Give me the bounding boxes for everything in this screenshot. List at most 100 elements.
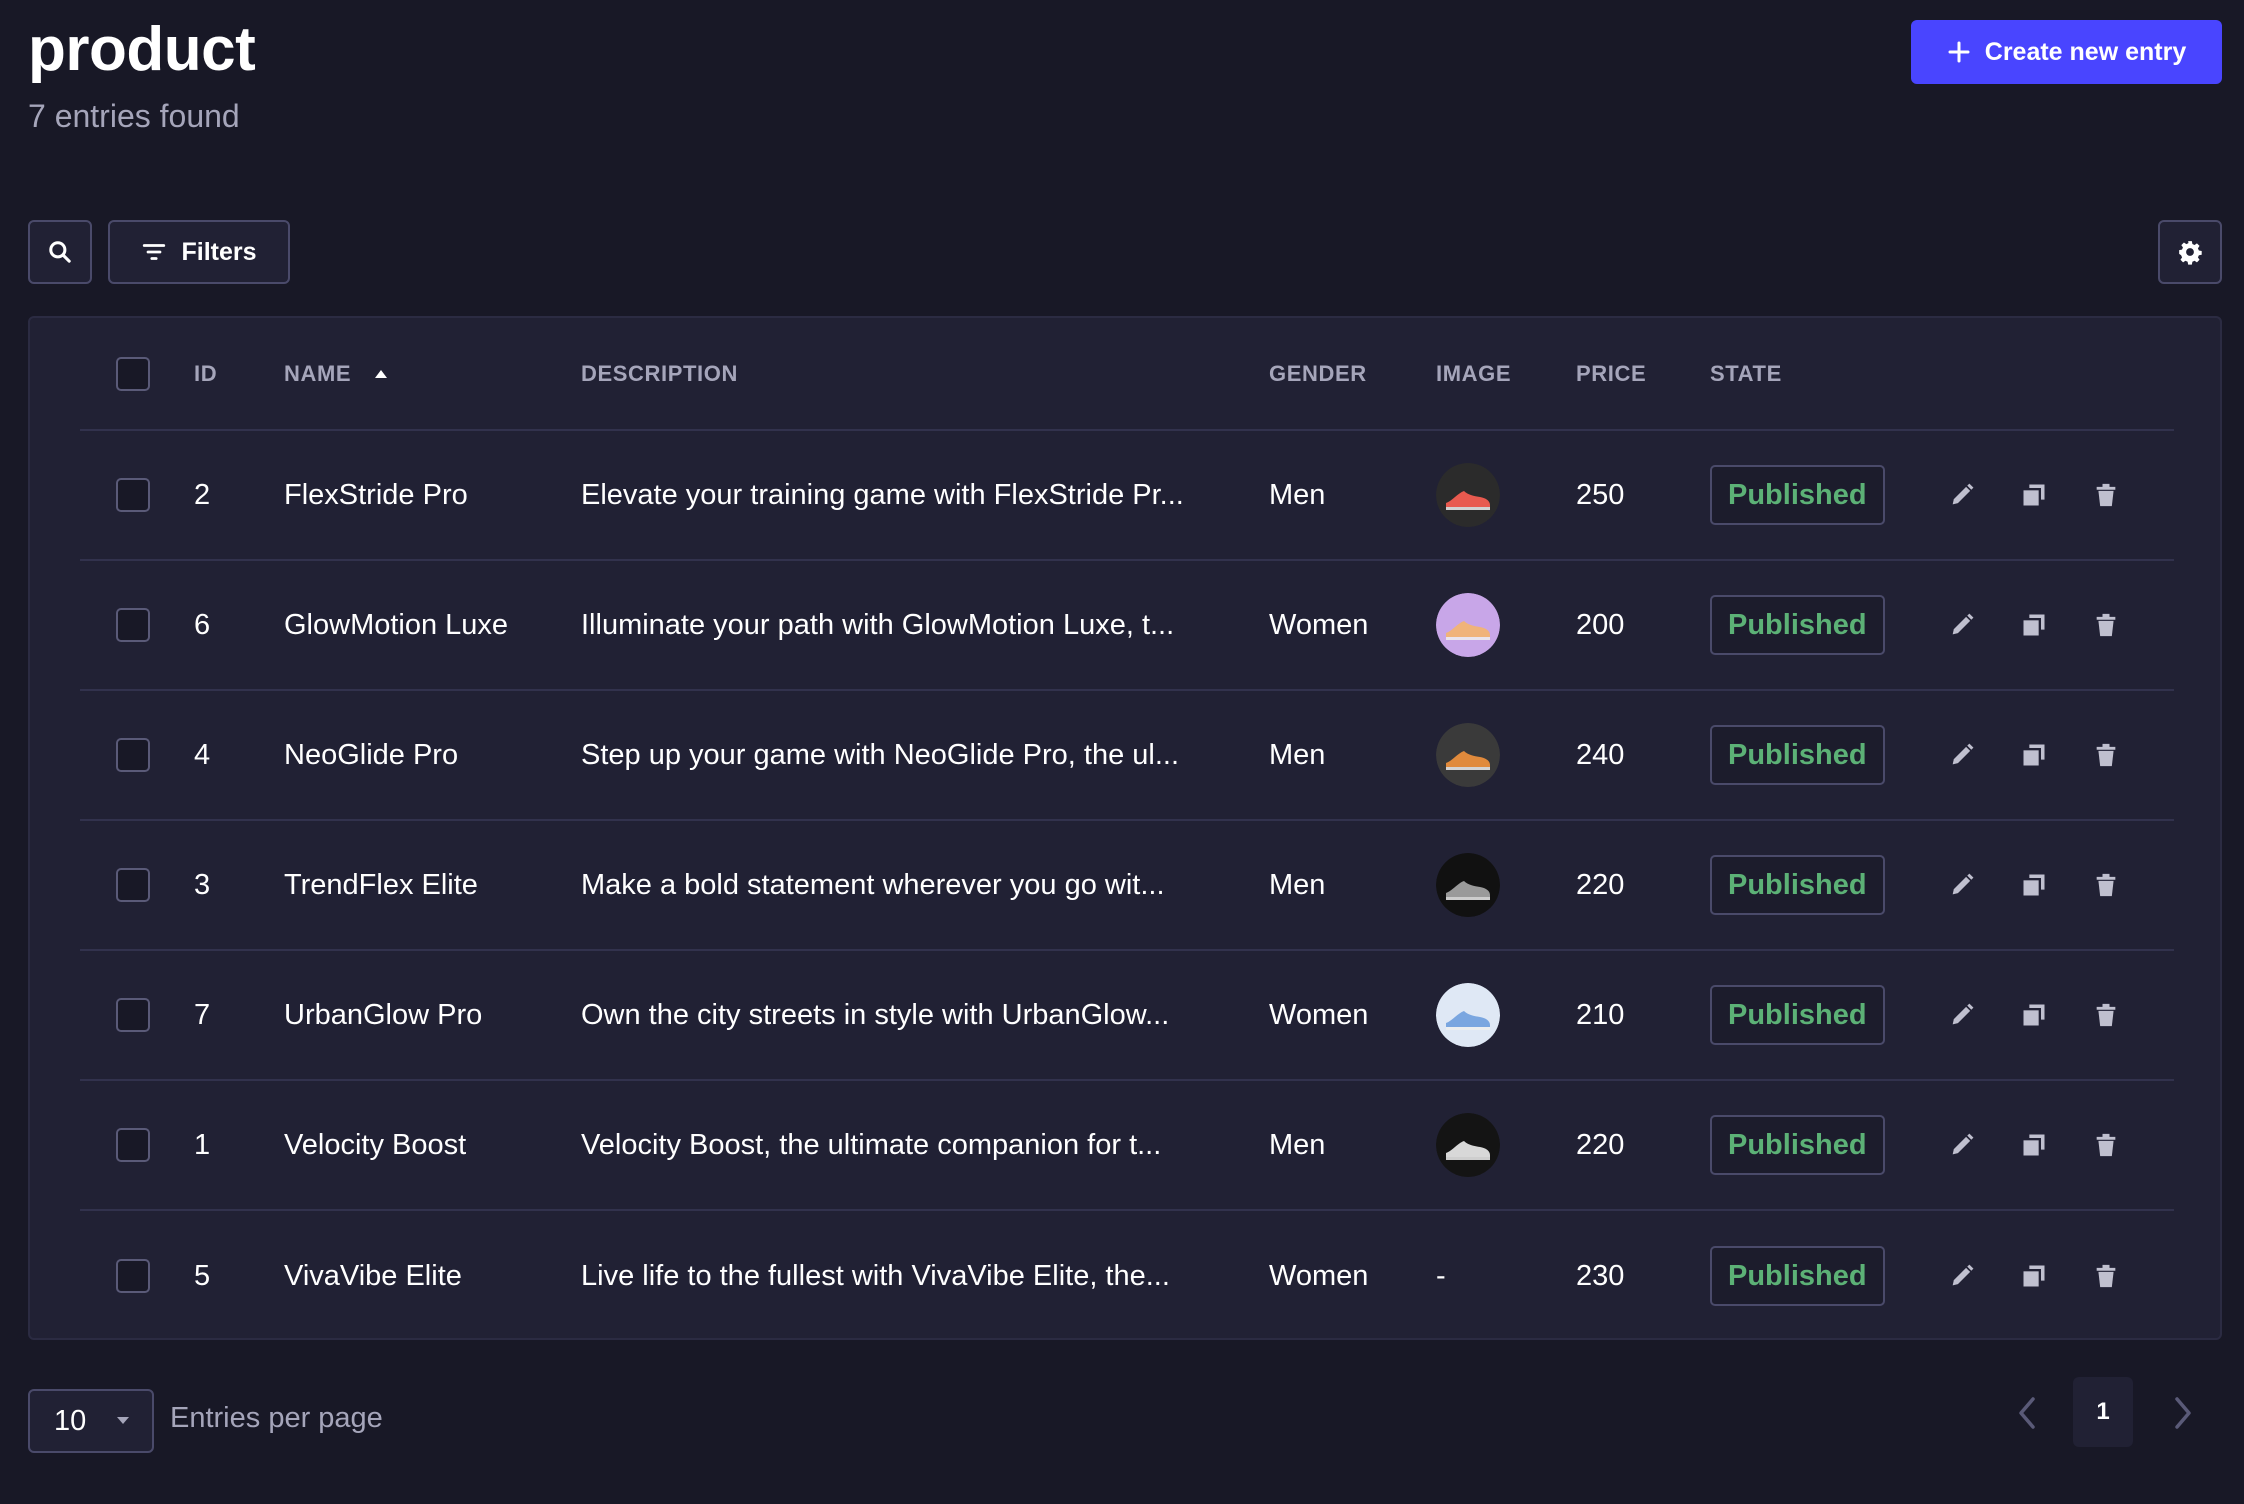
- cell-gender: Men: [1269, 738, 1326, 771]
- duplicate-button[interactable]: [2014, 1125, 2054, 1165]
- cell-image: [1436, 821, 1500, 949]
- cell-price: 230: [1576, 1259, 1625, 1292]
- cell-duplicate-action: [2014, 691, 2054, 819]
- duplicate-button[interactable]: [2014, 475, 2054, 515]
- table-row[interactable]: 5 VivaVibe Elite Live life to the fulles…: [80, 1211, 2174, 1341]
- delete-button[interactable]: [2086, 735, 2126, 775]
- delete-button[interactable]: [2086, 1256, 2126, 1296]
- cell-duplicate-action: [2014, 821, 2054, 949]
- product-thumbnail: [1436, 983, 1500, 1047]
- cell-image: [1436, 691, 1500, 819]
- search-button[interactable]: [28, 220, 92, 284]
- delete-button[interactable]: [2086, 475, 2126, 515]
- delete-button[interactable]: [2086, 605, 2126, 645]
- status-badge: Published: [1710, 595, 1885, 655]
- edit-button[interactable]: [1942, 995, 1982, 1035]
- column-header-price[interactable]: PRICE: [1576, 318, 1646, 429]
- table-row[interactable]: 2 FlexStride Pro Elevate your training g…: [80, 431, 2174, 561]
- cell-delete-action: [2086, 691, 2126, 819]
- table-settings-button[interactable]: [2158, 220, 2222, 284]
- column-header-gender[interactable]: GENDER: [1269, 318, 1367, 429]
- edit-button[interactable]: [1942, 475, 1982, 515]
- shoe-image-icon: [1436, 593, 1500, 657]
- filters-label: Filters: [181, 237, 257, 266]
- create-new-entry-button[interactable]: Create new entry: [1911, 20, 2222, 84]
- cell-edit-action: [1942, 561, 1982, 689]
- cell-price: 200: [1576, 608, 1625, 641]
- create-new-entry-label: Create new entry: [1984, 37, 2187, 66]
- column-header-description[interactable]: DESCRIPTION: [581, 318, 738, 429]
- cell-id: 1: [194, 1128, 211, 1161]
- cell-id: 3: [194, 868, 211, 901]
- previous-page-button[interactable]: [2005, 1387, 2049, 1439]
- duplicate-button[interactable]: [2014, 605, 2054, 645]
- cell-delete-action: [2086, 1211, 2126, 1341]
- duplicate-button[interactable]: [2014, 865, 2054, 905]
- search-icon: [49, 241, 71, 263]
- row-select-checkbox[interactable]: [116, 998, 150, 1032]
- filters-button[interactable]: Filters: [108, 220, 290, 284]
- cell-name: NeoGlide Pro: [284, 738, 459, 771]
- entries-per-page-select[interactable]: 10: [28, 1389, 154, 1453]
- cell-name: UrbanGlow Pro: [284, 998, 483, 1031]
- row-select-cell: [116, 821, 150, 949]
- row-select-checkbox[interactable]: [116, 738, 150, 772]
- row-select-checkbox[interactable]: [116, 1128, 150, 1162]
- cell-edit-action: [1942, 1211, 1982, 1341]
- pencil-icon: [1952, 483, 1974, 505]
- row-select-checkbox[interactable]: [116, 478, 150, 512]
- edit-button[interactable]: [1942, 735, 1982, 775]
- select-all-checkbox[interactable]: [116, 356, 150, 391]
- table-row[interactable]: 4 NeoGlide Pro Step up your game with Ne…: [80, 691, 2174, 821]
- cell-image: [1436, 561, 1500, 689]
- row-select-cell: [116, 691, 150, 819]
- edit-button[interactable]: [1942, 865, 1982, 905]
- cell-gender: Men: [1269, 868, 1326, 901]
- cell-name: TrendFlex Elite: [284, 868, 478, 901]
- delete-button[interactable]: [2086, 1125, 2126, 1165]
- duplicate-button[interactable]: [2014, 735, 2054, 775]
- row-select-checkbox[interactable]: [116, 868, 150, 902]
- duplicate-button[interactable]: [2014, 995, 2054, 1035]
- entries-table: ID NAME DESCRIPTION GENDER IMAGE PRICE S…: [28, 316, 2222, 1340]
- cell-edit-action: [1942, 691, 1982, 819]
- edit-button[interactable]: [1942, 605, 1982, 645]
- edit-button[interactable]: [1942, 1125, 1982, 1165]
- trash-icon: [2096, 1003, 2116, 1027]
- cell-gender: Women: [1269, 998, 1369, 1031]
- product-thumbnail: [1436, 1113, 1500, 1177]
- row-select-cell: [116, 431, 150, 559]
- cell-delete-action: [2086, 561, 2126, 689]
- delete-button[interactable]: [2086, 995, 2126, 1035]
- cell-delete-action: [2086, 821, 2126, 949]
- cell-image: [1436, 1081, 1500, 1209]
- cell-gender: Men: [1269, 478, 1326, 511]
- cell-state: Published: [1710, 951, 1885, 1079]
- cell-description: Illuminate your path with GlowMotion Lux…: [581, 608, 1175, 641]
- table-row[interactable]: 6 GlowMotion Luxe Illuminate your path w…: [80, 561, 2174, 691]
- next-page-button[interactable]: [2161, 1387, 2205, 1439]
- table-row[interactable]: 7 UrbanGlow Pro Own the city streets in …: [80, 951, 2174, 1081]
- table-row[interactable]: 1 Velocity Boost Velocity Boost, the ult…: [80, 1081, 2174, 1211]
- duplicate-button[interactable]: [2014, 1256, 2054, 1296]
- row-select-checkbox[interactable]: [116, 608, 150, 642]
- page-button-current[interactable]: 1: [2073, 1377, 2133, 1447]
- row-select-cell: [116, 951, 150, 1079]
- shoe-image-icon: [1436, 983, 1500, 1047]
- cell-duplicate-action: [2014, 561, 2054, 689]
- edit-button[interactable]: [1942, 1256, 1982, 1296]
- cell-delete-action: [2086, 951, 2126, 1079]
- duplicate-icon: [2023, 1004, 2045, 1026]
- chevron-right-icon: [2175, 1397, 2191, 1429]
- entries-count: 7 entries found: [28, 98, 240, 134]
- column-header-id[interactable]: ID: [194, 318, 217, 429]
- table-row[interactable]: 3 TrendFlex Elite Make a bold statement …: [80, 821, 2174, 951]
- delete-button[interactable]: [2086, 865, 2126, 905]
- pencil-icon: [1952, 1003, 1974, 1025]
- column-header-name-label: NAME: [284, 360, 352, 386]
- row-select-checkbox[interactable]: [116, 1259, 150, 1293]
- cell-state: Published: [1710, 691, 1885, 819]
- column-header-name[interactable]: NAME: [284, 318, 389, 429]
- shoe-image-icon: [1436, 853, 1500, 917]
- cell-gender: Women: [1269, 608, 1369, 641]
